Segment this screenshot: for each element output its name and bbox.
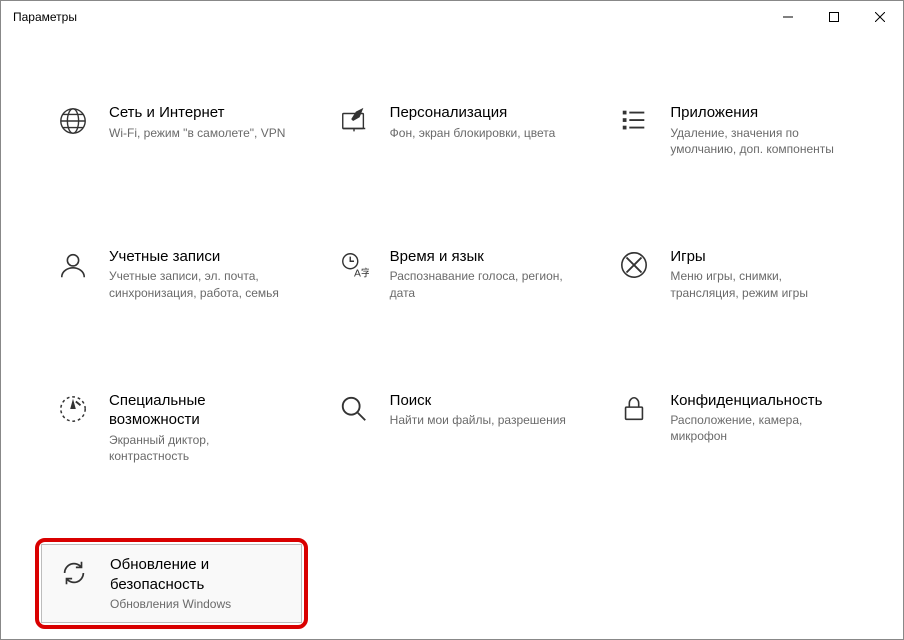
search-icon <box>336 391 372 427</box>
tile-title: Сеть и Интернет <box>109 103 285 123</box>
highlight-wrap: Обновление и безопасность Обновления Win… <box>41 544 302 623</box>
tile-subtitle: Распознавание голоса, регион, дата <box>390 268 569 300</box>
maximize-button[interactable] <box>811 1 857 33</box>
tile-title: Персонализация <box>390 103 556 123</box>
tile-title: Игры <box>670 247 849 267</box>
tile-title: Время и язык <box>390 247 569 267</box>
tile-network[interactable]: Сеть и Интернет Wi-Fi, режим "в самолете… <box>41 93 302 167</box>
xbox-icon <box>616 247 652 283</box>
tile-subtitle: Найти мои файлы, разрешения <box>390 412 566 428</box>
tile-subtitle: Wi-Fi, режим "в самолете", VPN <box>109 125 285 141</box>
tile-subtitle: Расположение, камера, микрофон <box>670 412 849 444</box>
tile-subtitle: Меню игры, снимки, трансляция, режим игр… <box>670 268 849 300</box>
tile-time-language[interactable]: A字 Время и язык Распознавание голоса, ре… <box>322 237 583 311</box>
time-language-icon: A字 <box>336 247 372 283</box>
minimize-button[interactable] <box>765 1 811 33</box>
settings-content: Сеть и Интернет Wi-Fi, режим "в самолете… <box>1 33 903 640</box>
paintbrush-icon <box>336 103 372 139</box>
tile-privacy[interactable]: Конфиденциальность Расположение, камера,… <box>602 381 863 474</box>
close-icon <box>875 12 885 22</box>
tile-subtitle: Обновления Windows <box>110 596 287 612</box>
settings-window: Параметры <box>0 0 904 640</box>
tile-gaming[interactable]: Игры Меню игры, снимки, трансляция, режи… <box>602 237 863 311</box>
tile-title: Конфиденциальность <box>670 391 849 411</box>
tile-apps[interactable]: Приложения Удаление, значения по умолчан… <box>602 93 863 167</box>
tile-subtitle: Фон, экран блокировки, цвета <box>390 125 556 141</box>
titlebar: Параметры <box>1 1 903 33</box>
tile-accounts[interactable]: Учетные записи Учетные записи, эл. почта… <box>41 237 302 311</box>
tile-subtitle: Экранный диктор, контрастность <box>109 432 288 464</box>
tile-subtitle: Удаление, значения по умолчанию, доп. ко… <box>670 125 849 157</box>
tile-ease-of-access[interactable]: Специальные возможности Экранный диктор,… <box>41 381 302 474</box>
tile-subtitle: Учетные записи, эл. почта, синхронизация… <box>109 268 288 300</box>
apps-list-icon <box>616 103 652 139</box>
ease-of-access-icon <box>55 391 91 427</box>
tile-personalization[interactable]: Персонализация Фон, экран блокировки, цв… <box>322 93 583 167</box>
settings-grid: Сеть и Интернет Wi-Fi, режим "в самолете… <box>41 93 863 623</box>
update-icon <box>56 555 92 591</box>
svg-text:A字: A字 <box>354 266 369 279</box>
globe-icon <box>55 103 91 139</box>
tile-title: Поиск <box>390 391 566 411</box>
close-button[interactable] <box>857 1 903 33</box>
tile-search[interactable]: Поиск Найти мои файлы, разрешения <box>322 381 583 474</box>
window-title: Параметры <box>13 10 77 24</box>
person-icon <box>55 247 91 283</box>
minimize-icon <box>783 12 793 22</box>
tile-title: Приложения <box>670 103 849 123</box>
tile-title: Обновление и безопасность <box>110 555 287 594</box>
window-controls <box>765 1 903 33</box>
tile-title: Специальные возможности <box>109 391 288 430</box>
tile-update-security[interactable]: Обновление и безопасность Обновления Win… <box>41 544 302 623</box>
maximize-icon <box>829 12 839 22</box>
lock-icon <box>616 391 652 427</box>
tile-title: Учетные записи <box>109 247 288 267</box>
